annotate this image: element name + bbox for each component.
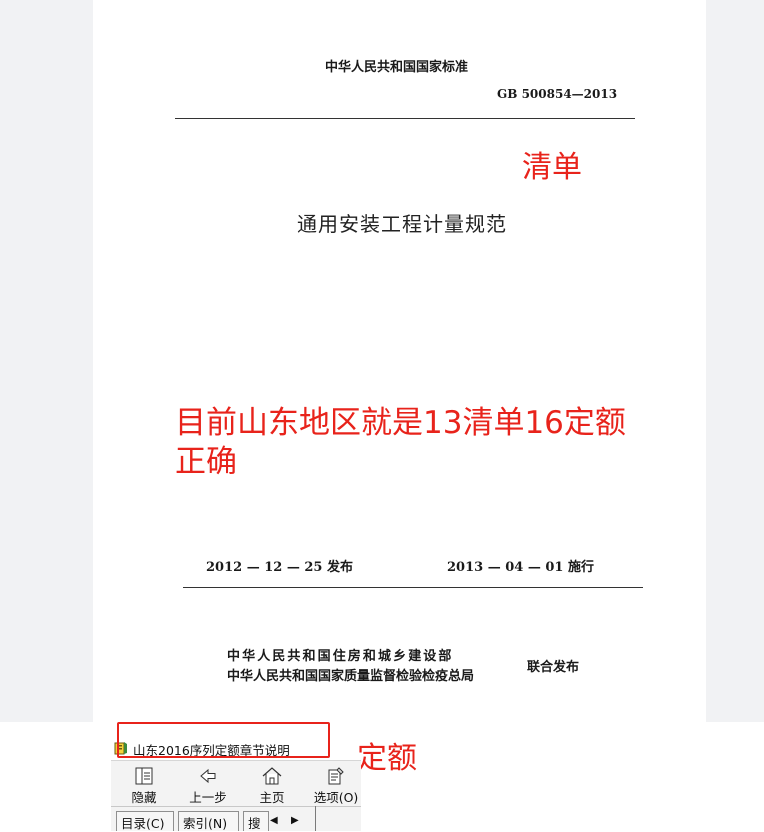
issuer-ministry-housing: 中华人民共和国住房和城乡建设部 [227, 649, 454, 664]
back-arrow-icon [200, 768, 216, 784]
viewer-right-margin [706, 0, 764, 722]
options-icon [328, 767, 344, 785]
back-button[interactable]: 上一步 [177, 761, 239, 807]
options-button[interactable]: 选项(O) [305, 761, 367, 807]
tab-strip-divider [111, 806, 361, 807]
scroll-right-icon[interactable]: ▶ [291, 815, 299, 826]
document-title: 通用安装工程计量规范 [297, 212, 507, 236]
help-toolbar: 隐藏 上一步 主页 选项(O) [111, 760, 361, 807]
annotation-qingdan: 清单 [522, 150, 582, 185]
issuer-aqsiq: 中华人民共和国国家质量监督检验检疫总局 [227, 669, 475, 684]
document-page [93, 0, 706, 722]
hide-button[interactable]: 隐藏 [113, 761, 175, 807]
tab-contents[interactable]: 目录(C) [116, 811, 174, 831]
joint-release-label: 联合发布 [527, 660, 580, 675]
annotation-main-line-1: 目前山东地区就是13清单16定额 [175, 405, 626, 441]
standard-number: GB 500854—2013 [497, 87, 618, 101]
options-button-label: 选项(O) [313, 790, 359, 805]
hide-button-label: 隐藏 [131, 790, 157, 805]
annotation-main-line-2: 正确 [175, 444, 237, 480]
hide-pane-icon [135, 767, 153, 785]
viewer-left-margin [0, 0, 93, 722]
annotation-main: 目前山东地区就是13清单16定额 正确 [175, 404, 655, 482]
highlight-box [117, 722, 330, 758]
home-button-label: 主页 [259, 790, 285, 805]
back-button-label: 上一步 [189, 790, 227, 805]
implement-date: 2013 — 04 — 01 施行 [447, 560, 594, 575]
national-standard-heading: 中华人民共和国国家标准 [325, 60, 469, 75]
home-button[interactable]: 主页 [241, 761, 303, 807]
home-icon [262, 767, 282, 785]
pane-divider[interactable] [315, 806, 316, 831]
tab-search[interactable]: 搜 [243, 811, 269, 831]
issue-date: 2012 — 12 — 25 发布 [206, 560, 353, 575]
date-rule [183, 587, 643, 588]
tab-index[interactable]: 索引(N) [178, 811, 239, 831]
scroll-left-icon[interactable]: ◀ [270, 815, 278, 826]
header-rule [175, 118, 635, 119]
